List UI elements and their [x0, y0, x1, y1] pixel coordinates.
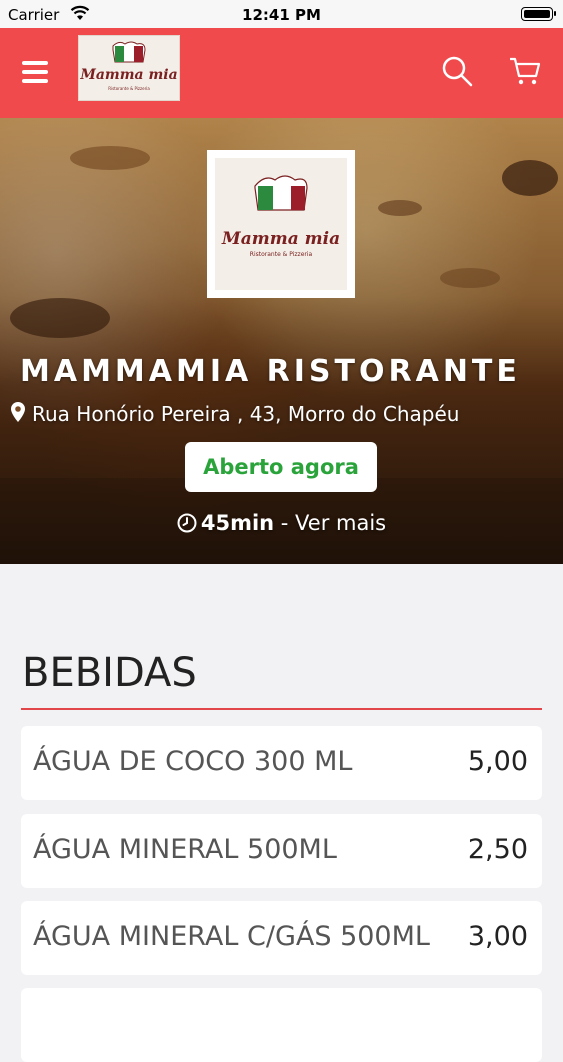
svg-text:Ristorante & Pizzeria: Ristorante & Pizzeria	[250, 251, 313, 258]
restaurant-logo-image: Mamma mia Ristorante & Pizzeria	[221, 175, 340, 258]
restaurant-hero: Mamma mia Ristorante & Pizzeria MAMMAMIA…	[0, 118, 563, 564]
menu-item-price: 3,00	[467, 921, 528, 952]
menu-item-name: ÁGUA DE COCO 300 ML	[33, 746, 353, 777]
restaurant-address: Rua Honório Pereira , 43, Morro do Chapé…	[10, 401, 555, 426]
menu-item-price: 5,00	[467, 746, 528, 777]
search-icon[interactable]	[440, 54, 474, 88]
menu-item-name: ÁGUA MINERAL 500ML	[33, 834, 337, 865]
svg-text:Ristorante & Pizzeria: Ristorante & Pizzeria	[108, 86, 150, 91]
location-pin-icon	[11, 402, 25, 422]
hamburger-menu-icon[interactable]	[22, 61, 48, 83]
menu-item[interactable]	[21, 988, 542, 1062]
clock-icon	[177, 513, 197, 533]
battery-icon	[521, 7, 556, 21]
top-navbar: Mamma mia Ristorante & Pizzeria	[0, 28, 563, 118]
category-divider	[21, 708, 542, 710]
restaurant-logo-card: Mamma mia Ristorante & Pizzeria	[207, 150, 355, 298]
header-logo[interactable]: Mamma mia Ristorante & Pizzeria	[78, 35, 180, 101]
menu-item-price: 2,50	[467, 834, 528, 865]
category-title: BEBIDAS	[22, 650, 197, 696]
menu-item[interactable]: ÁGUA MINERAL C/GÁS 500ML 3,00	[21, 901, 542, 975]
restaurant-name: MAMMAMIA RISTORANTE	[20, 354, 521, 389]
clock-time: 12:41 PM	[242, 6, 321, 24]
see-more-link[interactable]: - Ver mais	[274, 511, 386, 535]
menu-item[interactable]: ÁGUA DE COCO 300 ML 5,00	[21, 726, 542, 800]
restaurant-logo-image: Mamma mia Ristorante & Pizzeria	[79, 41, 178, 91]
open-status-badge: Aberto agora	[185, 442, 377, 492]
address-text: Rua Honório Pereira , 43, Morro do Chapé…	[32, 402, 460, 426]
menu-item[interactable]: ÁGUA MINERAL 500ML 2,50	[21, 814, 542, 888]
status-bar: Carrier 12:41 PM	[0, 0, 563, 28]
delivery-time-row[interactable]: 45min - Ver mais	[0, 511, 563, 535]
menu-item-name: ÁGUA MINERAL C/GÁS 500ML	[33, 921, 430, 952]
delivery-eta: 45min	[200, 511, 275, 535]
svg-text:Mamma mia: Mamma mia	[221, 229, 340, 249]
cart-icon[interactable]	[508, 54, 542, 88]
svg-text:Mamma mia: Mamma mia	[79, 67, 177, 83]
